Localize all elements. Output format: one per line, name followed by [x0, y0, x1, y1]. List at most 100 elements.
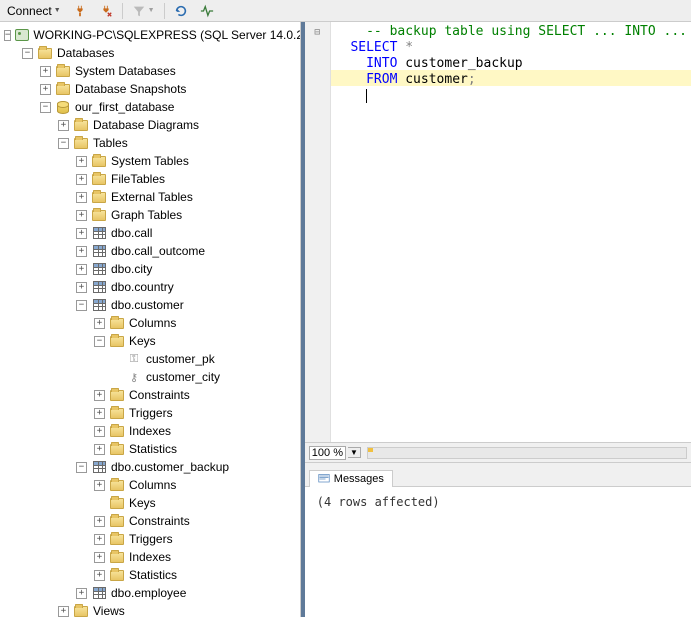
folder-icon — [109, 424, 125, 438]
collapse-icon[interactable]: − — [94, 336, 105, 347]
expand-icon[interactable]: + — [94, 552, 105, 563]
node-label: our_first_database — [75, 100, 174, 114]
node-label: dbo.call_outcome — [111, 244, 205, 258]
collapse-icon[interactable]: − — [4, 30, 11, 41]
collapse-icon[interactable]: − — [22, 48, 33, 59]
server-node[interactable]: − WORKING-PC\SQLEXPRESS (SQL Server 14.0… — [0, 26, 300, 44]
statistics-node[interactable]: + Statistics — [0, 440, 300, 458]
expand-icon[interactable]: + — [94, 318, 105, 329]
keys-node[interactable]: Keys — [0, 494, 300, 512]
expand-icon[interactable]: + — [40, 84, 51, 95]
expand-icon[interactable]: + — [76, 174, 87, 185]
triggers-node[interactable]: +Triggers — [0, 404, 300, 422]
expand-icon[interactable]: + — [94, 534, 105, 545]
table-node-call[interactable]: +dbo.call — [0, 224, 300, 242]
database-snapshots-node[interactable]: +Database Snapshots — [0, 80, 300, 98]
expand-icon[interactable]: + — [76, 192, 87, 203]
fk-key-node[interactable]: ⚷customer_city — [0, 368, 300, 386]
primary-key-icon: ⚿ — [126, 352, 142, 366]
expand-icon[interactable]: + — [94, 570, 105, 581]
folder-icon — [109, 532, 125, 546]
tables-node[interactable]: − Tables — [0, 134, 300, 152]
code-area[interactable]: -- backup table using SELECT ... INTO ..… — [331, 22, 691, 442]
query-panel: ⊟ -- backup table using SELECT ... INTO … — [305, 22, 691, 617]
dropdown-arrow-icon: ▼ — [148, 7, 155, 14]
indexes-node[interactable]: +Indexes — [0, 422, 300, 440]
table-icon — [91, 586, 107, 600]
node-label: Constraints — [129, 514, 190, 528]
table-node-city[interactable]: +dbo.city — [0, 260, 300, 278]
table-icon — [91, 280, 107, 294]
sql-editor[interactable]: ⊟ -- backup table using SELECT ... INTO … — [305, 22, 691, 443]
expand-icon[interactable]: + — [58, 120, 69, 131]
expand-icon[interactable]: + — [76, 588, 87, 599]
table-node-country[interactable]: + dbo.country — [0, 278, 300, 296]
expand-icon[interactable]: + — [58, 606, 69, 617]
folder-icon — [91, 190, 107, 204]
messages-tab[interactable]: Messages — [309, 470, 393, 487]
system-databases-node[interactable]: + System Databases — [0, 62, 300, 80]
object-explorer-toolbar: Connect ▼ ▼ — [0, 0, 691, 22]
columns-node[interactable]: +Columns — [0, 476, 300, 494]
node-label: Databases — [57, 46, 114, 60]
graph-tables-node[interactable]: +Graph Tables — [0, 206, 300, 224]
expand-icon[interactable]: + — [94, 426, 105, 437]
messages-output[interactable]: (4 rows affected) — [305, 487, 691, 617]
activity-monitor-button[interactable] — [197, 3, 217, 19]
outline-collapse-icon[interactable]: ⊟ — [305, 24, 330, 40]
expand-icon[interactable]: + — [94, 516, 105, 527]
collapse-icon[interactable]: − — [58, 138, 69, 149]
collapse-icon[interactable]: − — [40, 102, 51, 113]
file-tables-node[interactable]: + FileTables — [0, 170, 300, 188]
node-label: Statistics — [129, 442, 177, 456]
expand-icon[interactable]: + — [94, 390, 105, 401]
external-tables-node[interactable]: +External Tables — [0, 188, 300, 206]
node-label: Tables — [93, 136, 128, 150]
collapse-icon[interactable]: − — [76, 300, 87, 311]
table-node-call-outcome[interactable]: + dbo.call_outcome — [0, 242, 300, 260]
expand-icon[interactable]: + — [76, 156, 87, 167]
folder-icon — [109, 550, 125, 564]
constraints-node[interactable]: + Constraints — [0, 512, 300, 530]
server-label: WORKING-PC\SQLEXPRESS (SQL Server 14.0.2… — [33, 28, 301, 42]
database-diagrams-node[interactable]: +Database Diagrams — [0, 116, 300, 134]
disconnect-button[interactable] — [96, 3, 116, 19]
object-explorer-tree[interactable]: − WORKING-PC\SQLEXPRESS (SQL Server 14.0… — [0, 22, 301, 617]
system-tables-node[interactable]: +System Tables — [0, 152, 300, 170]
refresh-button[interactable] — [171, 3, 191, 19]
constraints-node[interactable]: +Constraints — [0, 386, 300, 404]
filter-button[interactable]: ▼ — [129, 3, 158, 19]
expand-icon[interactable]: + — [40, 66, 51, 77]
pk-key-node[interactable]: ⚿customer_pk — [0, 350, 300, 368]
table-node-customer[interactable]: −dbo.customer — [0, 296, 300, 314]
expand-icon[interactable]: + — [94, 444, 105, 455]
expand-icon[interactable]: + — [94, 408, 105, 419]
expand-icon[interactable]: + — [76, 228, 87, 239]
node-label: FileTables — [111, 172, 165, 186]
indexes-node[interactable]: +Indexes — [0, 548, 300, 566]
triggers-node[interactable]: + Triggers — [0, 530, 300, 548]
connect-plug-button[interactable] — [70, 3, 90, 19]
table-node-employee[interactable]: +dbo.employee — [0, 584, 300, 602]
node-label: dbo.country — [111, 280, 174, 294]
columns-node[interactable]: +Columns — [0, 314, 300, 332]
expand-icon[interactable]: + — [94, 480, 105, 491]
zoom-dropdown-icon[interactable]: ▼ — [348, 447, 361, 458]
expand-icon[interactable]: + — [76, 282, 87, 293]
table-node-customer-backup[interactable]: −dbo.customer_backup — [0, 458, 300, 476]
statistics-node[interactable]: +Statistics — [0, 566, 300, 584]
expand-icon[interactable]: + — [76, 264, 87, 275]
expand-icon[interactable]: + — [76, 246, 87, 257]
node-label: Triggers — [129, 532, 173, 546]
zoom-bar: 100 % ▼ — [305, 443, 691, 463]
collapse-icon[interactable]: − — [76, 462, 87, 473]
node-label: System Databases — [75, 64, 176, 78]
expand-icon[interactable]: + — [76, 210, 87, 221]
keys-node[interactable]: −Keys — [0, 332, 300, 350]
our-first-database-node[interactable]: − our_first_database — [0, 98, 300, 116]
views-node[interactable]: +Views — [0, 602, 300, 617]
databases-node[interactable]: − Databases — [0, 44, 300, 62]
connect-button[interactable]: Connect ▼ — [4, 3, 64, 19]
zoom-value[interactable]: 100 % — [309, 446, 346, 460]
horizontal-scrollbar[interactable] — [367, 447, 687, 459]
